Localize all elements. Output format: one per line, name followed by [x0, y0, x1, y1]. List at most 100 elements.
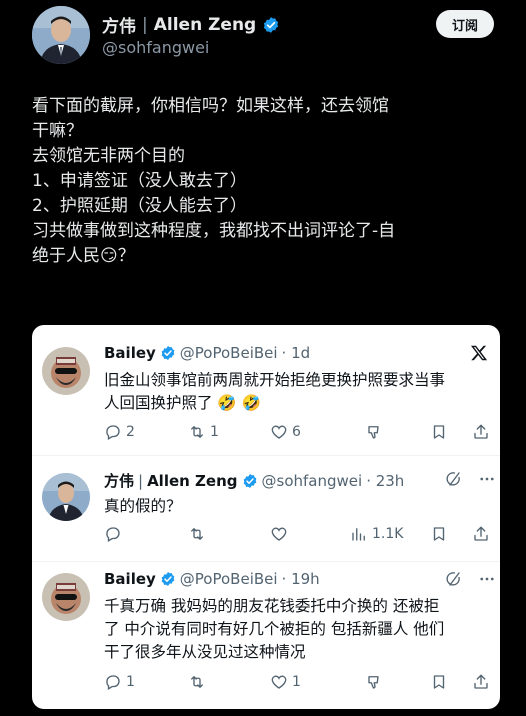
share-button[interactable]	[472, 673, 490, 691]
bookmark-icon	[433, 675, 445, 689]
verified-badge-icon	[161, 572, 175, 586]
heart-icon	[271, 425, 287, 439]
share-icon	[474, 526, 488, 541]
reply-line: 干了很多年从没见过这种情况	[104, 643, 306, 661]
repost-count: 1	[210, 424, 219, 440]
reply-top-actions	[444, 470, 496, 488]
reply-top-actions	[470, 344, 488, 362]
reply-author-name[interactable]: 方伟	[104, 470, 134, 491]
grok-icon[interactable]	[444, 470, 462, 488]
divider	[32, 561, 500, 562]
reply-header: Bailey @PoPoBeiBei · 1d	[104, 344, 310, 362]
reply-author-name[interactable]: Bailey	[104, 344, 156, 362]
name-separator: |	[142, 14, 148, 35]
reply-header: Bailey @PoPoBeiBei · 19h	[104, 570, 320, 588]
reply-count: 2	[126, 424, 135, 440]
author-english-name[interactable]: Allen Zeng	[154, 15, 257, 35]
downvote-icon	[368, 676, 379, 689]
repost-button[interactable]	[188, 673, 210, 691]
reply-button[interactable]: 1	[104, 673, 135, 691]
heart-icon	[271, 527, 287, 541]
reply-button[interactable]: 2	[104, 423, 135, 441]
reply-action-bar: 1 1	[104, 673, 496, 697]
repost-button[interactable]: 1	[188, 423, 219, 441]
reply-time[interactable]: · 19h	[282, 570, 320, 588]
like-button[interactable]: 6	[270, 423, 301, 441]
repost-icon	[191, 426, 203, 438]
share-button[interactable]	[472, 423, 490, 441]
author-avatar[interactable]	[32, 6, 90, 64]
reply-action-bar: 1.1K	[104, 525, 496, 549]
tweet-text: 看下面的截屏，你相信吗？如果这样，还去领馆 干嘛？ 去领馆无非两个目的 1、申请…	[32, 94, 502, 269]
x-logo-icon[interactable]	[470, 344, 488, 362]
like-button[interactable]: 1	[270, 673, 301, 691]
comment-icon	[106, 527, 120, 542]
tweet-line: 去领馆无非两个目的	[32, 146, 185, 166]
grok-icon[interactable]	[444, 570, 462, 588]
downvote-button[interactable]	[366, 673, 384, 691]
reply-handle[interactable]: @PoPoBeiBei	[180, 344, 278, 362]
divider	[32, 455, 500, 456]
repost-icon	[191, 528, 203, 540]
bookmark-button[interactable]	[430, 673, 448, 691]
tweet-header: 方伟 | Allen Zeng @sohfangwei 订阅	[0, 0, 526, 80]
reply-count: 1	[126, 674, 135, 690]
like-button[interactable]	[270, 525, 292, 543]
reply-top-actions	[444, 570, 496, 588]
verified-badge-icon	[243, 473, 256, 488]
reply-line: 人回国换护照了 🤣 🤣	[104, 394, 261, 412]
subscribe-button[interactable]: 订阅	[436, 10, 494, 38]
bookmark-button[interactable]	[430, 423, 448, 441]
share-icon	[474, 674, 488, 689]
more-icon[interactable]	[478, 470, 496, 488]
reply-time[interactable]: · 1d	[282, 344, 311, 362]
reply-text: 真的假的？	[104, 495, 494, 518]
downvote-button[interactable]	[366, 423, 384, 441]
reply-line: 了 中介说有同时有好几个被拒的 包括新疆人 他们	[104, 620, 445, 638]
bookmark-icon	[433, 527, 445, 541]
tweet-line: 绝于人民😏？	[32, 246, 135, 266]
reply-author-name[interactable]: Bailey	[104, 570, 156, 588]
reply-author-english-name[interactable]: Allen Zeng	[147, 472, 237, 490]
share-button[interactable]	[472, 525, 490, 543]
comment-icon	[106, 425, 120, 440]
reply-avatar[interactable]	[42, 473, 90, 521]
reply-action-bar: 2 1 6	[104, 423, 496, 447]
reply-line: 千真万确 我妈妈的朋友花钱委托中介换的 还被拒	[104, 597, 440, 615]
analytics-icon	[352, 528, 365, 541]
repost-icon	[191, 676, 203, 688]
embedded-screenshot[interactable]: Bailey @PoPoBeiBei · 1d 旧金山领事馆前两周就开始拒绝更换…	[32, 325, 500, 709]
tweet-line: 2、护照延期（没人能去了）	[32, 196, 247, 216]
like-count: 6	[292, 424, 301, 440]
tweet-line: 干嘛？	[32, 121, 83, 141]
bookmark-icon	[433, 425, 445, 439]
reply-text: 旧金山领事馆前两周就开始拒绝更换护照要求当事 人回国换护照了 🤣 🤣	[104, 369, 494, 415]
tweet-line: 习共做事做到这种程度，我都找不出词评论了-自	[32, 221, 396, 241]
reply-avatar[interactable]	[42, 573, 90, 621]
reply-handle[interactable]: @PoPoBeiBei	[180, 570, 278, 588]
name-separator: |	[138, 471, 144, 490]
author-name[interactable]: 方伟	[102, 12, 136, 37]
verified-badge-icon	[161, 346, 175, 360]
reply-line: 旧金山领事馆前两周就开始拒绝更换护照要求当事	[104, 371, 446, 389]
like-count: 1	[292, 674, 301, 690]
reply-text: 千真万确 我妈妈的朋友花钱委托中介换的 还被拒 了 中介说有同时有好几个被拒的 …	[104, 595, 494, 664]
more-icon[interactable]	[478, 570, 496, 588]
views-button[interactable]: 1.1K	[350, 525, 403, 543]
heart-icon	[271, 675, 287, 689]
reply-handle[interactable]: @sohfangwei	[262, 472, 363, 490]
tweet-line: 1、申请签证（没人敢去了）	[32, 171, 247, 191]
reply-avatar[interactable]	[42, 347, 90, 395]
tweet-line: 看下面的截屏，你相信吗？如果这样，还去领馆	[32, 96, 389, 116]
reply-button[interactable]	[104, 525, 126, 543]
view-count: 1.1K	[372, 526, 404, 542]
author-name-row[interactable]: 方伟 | Allen Zeng	[102, 12, 280, 37]
comment-icon	[106, 675, 120, 690]
author-handle[interactable]: @sohfangwei	[102, 38, 209, 57]
reply-time[interactable]: · 23h	[366, 472, 404, 490]
bookmark-button[interactable]	[430, 525, 448, 543]
reply-header: 方伟 | Allen Zeng @sohfangwei · 23h	[104, 470, 404, 491]
repost-button[interactable]	[188, 525, 210, 543]
share-icon	[474, 424, 488, 439]
reply-line: 真的假的？	[104, 497, 182, 515]
